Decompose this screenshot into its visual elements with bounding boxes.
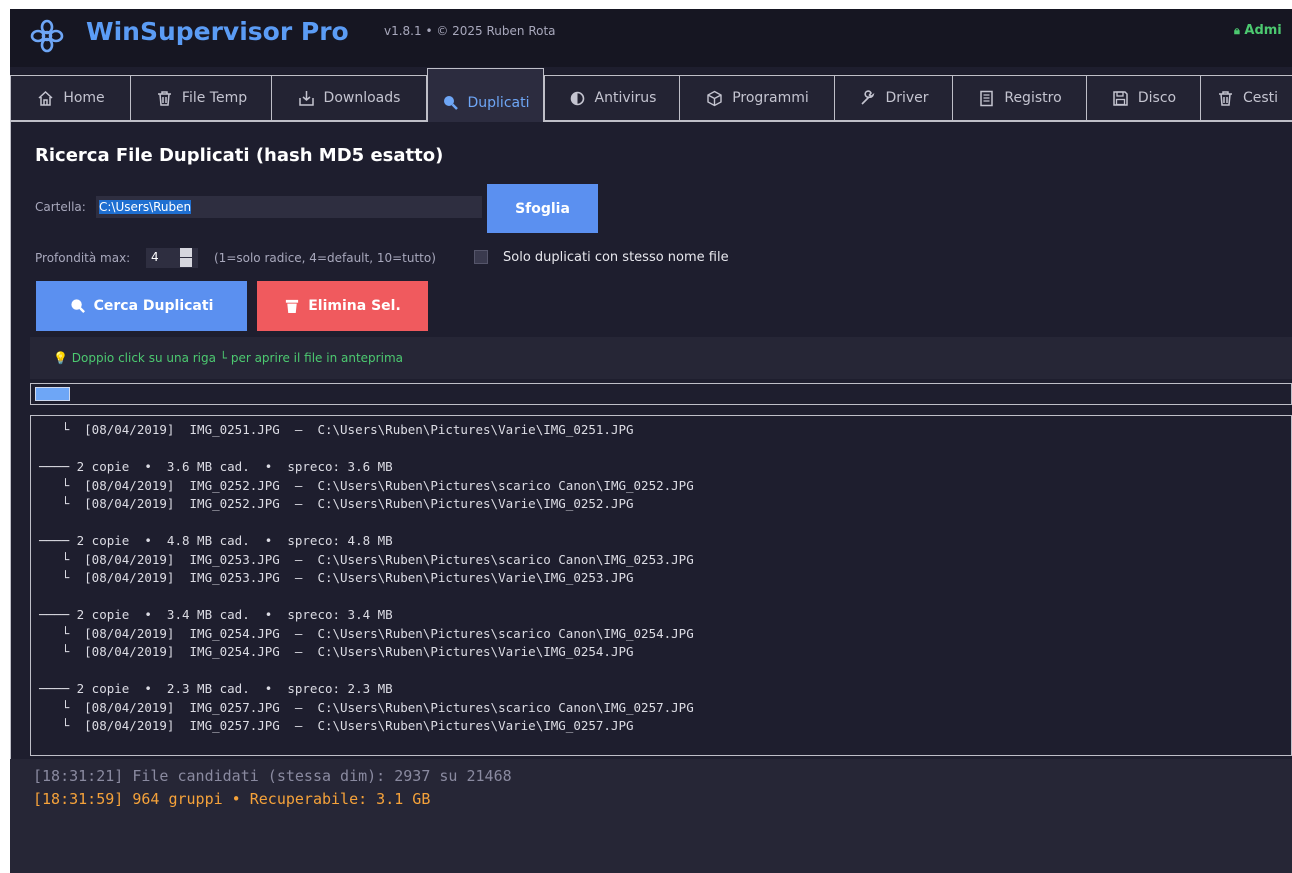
tab-registro[interactable]: Registro xyxy=(952,75,1088,121)
delete-selected-button[interactable]: Elimina Sel. xyxy=(257,281,428,331)
half-circle-icon xyxy=(570,91,584,105)
tab-downloads[interactable]: Downloads xyxy=(271,75,427,121)
tab-bar: Home File Temp Downloads Duplicati Antiv… xyxy=(10,68,1292,122)
folder-label: Cartella: xyxy=(35,200,86,214)
app-window: WinSupervisor Pro v1.8.1 • © 2025 Ruben … xyxy=(10,9,1292,873)
depth-value: 4 xyxy=(151,250,159,264)
gear-flower-icon xyxy=(30,19,64,53)
tab-duplicati[interactable]: Duplicati xyxy=(427,68,544,122)
tab-label: Antivirus xyxy=(594,90,657,106)
wrench-icon xyxy=(861,89,875,105)
trash-icon xyxy=(157,90,171,106)
download-tray-icon xyxy=(298,90,314,106)
package-icon xyxy=(707,90,722,106)
admin-badge: 🔒︎ Admi xyxy=(1234,23,1282,38)
app-title: WinSupervisor Pro xyxy=(86,17,349,46)
results-list[interactable]: └ [08/04/2019] IMG_0251.JPG — C:\Users\R… xyxy=(30,415,1292,756)
page-title: Ricerca File Duplicati (hash MD5 esatto) xyxy=(35,145,444,166)
browse-button[interactable]: Sfoglia xyxy=(487,184,598,233)
search-icon xyxy=(71,299,85,313)
home-icon xyxy=(38,90,53,106)
tab-label: File Temp xyxy=(181,90,248,106)
search-duplicates-label: Cerca Duplicati xyxy=(93,298,214,314)
progress-fill xyxy=(35,387,70,401)
lock-icon: 🔒︎ xyxy=(1234,24,1240,37)
depth-label: Profondità max: xyxy=(35,251,131,265)
tab-antivirus[interactable]: Antivirus xyxy=(544,75,681,121)
same-name-label[interactable]: Solo duplicati con stesso nome file xyxy=(503,250,729,265)
trash-icon xyxy=(1219,90,1232,106)
log-line: [18:31:21] File candidati (stessa dim): … xyxy=(33,767,512,785)
stepper-down-button[interactable] xyxy=(180,258,192,267)
tab-label: Cesti xyxy=(1243,90,1279,106)
tab-driver[interactable]: Driver xyxy=(834,75,954,121)
admin-label: Admi xyxy=(1244,23,1282,38)
stepper-up-button[interactable] xyxy=(180,248,192,257)
tab-label: Downloads xyxy=(323,90,401,106)
floppy-disk-icon xyxy=(1113,90,1128,106)
tab-label: Programmi xyxy=(732,90,809,106)
log-panel: [18:31:21] File candidati (stessa dim): … xyxy=(10,759,1292,873)
tab-label: Disco xyxy=(1137,90,1177,106)
depth-hint: (1=solo radice, 4=default, 10=tutto) xyxy=(214,251,436,265)
progress-bar xyxy=(30,383,1292,405)
same-name-checkbox[interactable] xyxy=(474,250,488,264)
tab-programmi[interactable]: Programmi xyxy=(679,75,836,121)
search-duplicates-button[interactable]: Cerca Duplicati xyxy=(36,281,247,331)
title-bar: WinSupervisor Pro v1.8.1 • © 2025 Ruben … xyxy=(10,9,1292,67)
tab-label: Home xyxy=(63,90,105,106)
tab-label: Duplicati xyxy=(467,94,530,111)
tab-home[interactable]: Home xyxy=(10,75,132,121)
results-text[interactable]: └ [08/04/2019] IMG_0251.JPG — C:\Users\R… xyxy=(39,421,694,736)
tip-text: 💡 Doppio click su una riga └ per aprire … xyxy=(53,351,403,365)
search-icon xyxy=(443,96,458,110)
app-version: v1.8.1 • © 2025 Ruben Rota xyxy=(384,24,556,38)
tab-disco[interactable]: Disco xyxy=(1086,75,1202,121)
trash-icon xyxy=(286,299,299,314)
tab-label: Registro xyxy=(1004,90,1062,106)
document-icon xyxy=(980,90,994,106)
tip-bar: 💡 Doppio click su una riga └ per aprire … xyxy=(30,337,1292,379)
browse-label: Sfoglia xyxy=(515,200,570,217)
delete-selected-label: Elimina Sel. xyxy=(308,298,401,314)
log-line: [18:31:59] 964 gruppi • Recuperabile: 3.… xyxy=(33,790,431,808)
tab-cestino[interactable]: Cesti xyxy=(1200,75,1292,121)
tab-file-temp[interactable]: File Temp xyxy=(130,75,273,121)
depth-stepper[interactable]: 4 xyxy=(146,248,198,268)
folder-input[interactable] xyxy=(96,196,482,218)
tab-label: Driver xyxy=(885,90,929,106)
